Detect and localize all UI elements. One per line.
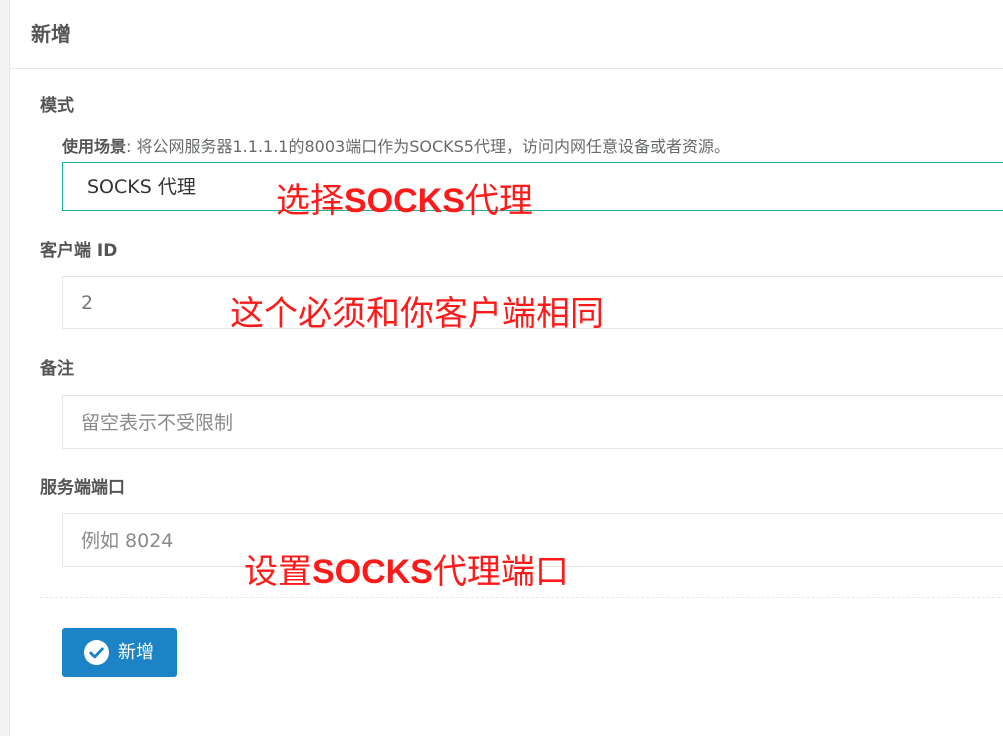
form-divider xyxy=(40,597,1003,598)
annotation-set-port: 设置SOCKS代理端口 xyxy=(244,552,569,592)
add-button[interactable]: 新增 xyxy=(62,628,177,677)
usage-hint-text: : 将公网服务器1.1.1.1的8003端口作为SOCKS5代理，访问内网任意设… xyxy=(126,137,730,156)
server-port-label: 服务端端口 xyxy=(40,478,125,498)
annotation-set-port-bold: SOCKS xyxy=(312,553,433,591)
panel-header: 新增 xyxy=(10,0,1003,69)
annotation-select-socks-pre: 选择 xyxy=(276,181,344,221)
add-panel: 新增 模式 使用场景: 将公网服务器1.1.1.1的8003端口作为SOCKS5… xyxy=(9,0,1003,736)
remark-input[interactable]: 留空表示不受限制 xyxy=(62,395,1003,449)
annotation-select-socks: 选择SOCKS代理 xyxy=(276,181,533,221)
remark-label: 备注 xyxy=(40,359,74,379)
annotation-client-same: 这个必须和你客户端相同 xyxy=(230,294,604,334)
usage-hint-label: 使用场景 xyxy=(62,137,127,156)
mode-label: 模式 xyxy=(40,96,74,116)
annotation-set-port-post: 代理端口 xyxy=(432,552,569,592)
annotation-set-port-pre: 设置 xyxy=(244,552,312,592)
page-title: 新增 xyxy=(31,22,71,46)
add-button-label: 新增 xyxy=(118,642,154,663)
usage-hint: 使用场景: 将公网服务器1.1.1.1的8003端口作为SOCKS5代理，访问内… xyxy=(62,135,730,159)
client-id-label: 客户端 ID xyxy=(40,241,118,261)
annotation-select-socks-post: 代理 xyxy=(464,181,533,221)
annotation-select-socks-bold: SOCKS xyxy=(344,182,465,220)
check-circle-icon xyxy=(84,640,109,665)
